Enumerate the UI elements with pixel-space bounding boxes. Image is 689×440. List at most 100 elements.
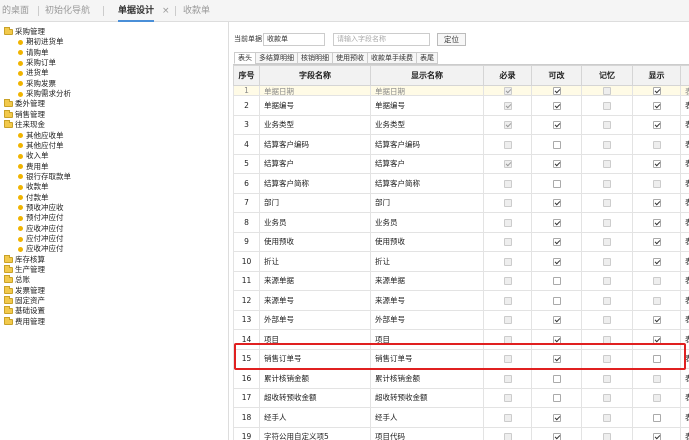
tree-folder[interactable]: 采购管理 (4, 27, 45, 37)
tab-receipt[interactable]: 收款单 (183, 0, 210, 22)
table-row[interactable]: 7部门部门表头 (233, 192, 689, 213)
memory-checkbox[interactable] (603, 277, 611, 286)
memory-checkbox[interactable] (603, 394, 611, 403)
editable-checkbox[interactable] (552, 296, 561, 305)
memory-checkbox[interactable] (603, 238, 611, 247)
tree-folder[interactable]: 总账 (4, 275, 30, 285)
display-name-cell[interactable]: 超收转预收金额 (370, 387, 484, 408)
show-checkbox[interactable] (652, 179, 661, 188)
required-checkbox[interactable] (503, 257, 512, 266)
table-row[interactable]: 15销售订单号销售订单号表头 (233, 348, 689, 369)
table-row[interactable]: 1单据日期单据日期表头 (233, 85, 689, 96)
table-row[interactable]: 11来源单据来源单据表头 (233, 270, 689, 291)
editable-checkbox[interactable] (552, 218, 561, 227)
display-name-cell[interactable]: 结算客户简称 (370, 173, 484, 194)
tree-leaf[interactable]: 采购需求分析 (18, 89, 71, 99)
memory-checkbox[interactable] (603, 101, 611, 110)
display-name-cell[interactable]: 销售订单号 (370, 348, 484, 369)
table-row[interactable]: 9使用预收使用预收表头 (233, 231, 689, 252)
tree-leaf[interactable]: 采购发票 (18, 79, 56, 89)
required-checkbox[interactable] (503, 296, 512, 305)
tree-leaf[interactable]: 银行存取款单 (18, 172, 71, 182)
memory-checkbox[interactable] (603, 179, 611, 188)
tree-leaf[interactable]: 采购订单 (18, 58, 56, 68)
tree-leaf[interactable]: 应付冲应付 (18, 234, 64, 244)
show-checkbox[interactable] (652, 140, 661, 149)
table-row[interactable]: 8业务员业务员表头 (233, 212, 689, 233)
tree-leaf[interactable]: 应收冲应付 (18, 244, 64, 254)
required-checkbox[interactable] (503, 160, 512, 169)
display-name-cell[interactable]: 使用预收 (370, 231, 484, 252)
editable-checkbox[interactable] (552, 316, 561, 325)
tree-folder[interactable]: 销售管理 (4, 109, 45, 120)
required-checkbox[interactable] (503, 101, 512, 110)
tree-leaf[interactable]: 其他应付单 (18, 141, 64, 151)
show-checkbox[interactable] (652, 101, 661, 110)
show-checkbox[interactable] (652, 296, 661, 305)
editable-checkbox[interactable] (552, 140, 561, 149)
tree-leaf[interactable]: 费用单 (18, 162, 49, 172)
memory-checkbox[interactable] (603, 413, 611, 422)
table-row[interactable]: 12来源单号来源单号表头 (233, 290, 689, 311)
close-icon[interactable]: × (162, 0, 170, 22)
tree-folder[interactable]: 费用管理 (4, 316, 45, 327)
required-checkbox[interactable] (503, 316, 512, 325)
memory-checkbox[interactable] (603, 160, 611, 169)
tab-multi-settlement[interactable]: 多结算明细 (255, 52, 297, 64)
table-row[interactable]: 18经手人经手人表头 (233, 407, 689, 428)
required-checkbox[interactable] (503, 374, 512, 383)
show-checkbox[interactable] (652, 374, 661, 383)
editable-checkbox[interactable] (552, 355, 561, 364)
show-checkbox[interactable] (652, 316, 661, 325)
memory-checkbox[interactable] (603, 140, 611, 149)
required-checkbox[interactable] (503, 433, 512, 440)
tab-footer[interactable]: 表尾 (416, 52, 438, 64)
locate-button[interactable]: 定位 (437, 32, 466, 46)
memory-checkbox[interactable] (603, 199, 611, 208)
show-checkbox[interactable] (652, 355, 661, 364)
show-checkbox[interactable] (652, 160, 661, 169)
table-row[interactable]: 6结算客户简称结算客户简称表头 (233, 173, 689, 194)
show-checkbox[interactable] (652, 433, 661, 440)
required-checkbox[interactable] (503, 199, 512, 208)
required-checkbox[interactable] (503, 413, 512, 422)
show-checkbox[interactable] (652, 413, 661, 422)
editable-checkbox[interactable] (552, 374, 561, 383)
table-row[interactable]: 16累计核销金额累计核销金额表头 (233, 368, 689, 389)
table-row[interactable]: 10折让折让表头 (233, 251, 689, 272)
display-name-cell[interactable]: 结算客户 (370, 153, 484, 174)
memory-checkbox[interactable] (603, 121, 611, 130)
show-checkbox[interactable] (652, 121, 661, 130)
required-checkbox[interactable] (503, 140, 512, 149)
table-row[interactable]: 4结算客户编码结算客户编码表头 (233, 134, 689, 155)
table-row[interactable]: 2单据编号单据编号表头 (233, 95, 689, 116)
editable-checkbox[interactable] (552, 101, 561, 110)
display-name-cell[interactable]: 经手人 (370, 407, 484, 428)
editable-checkbox[interactable] (552, 199, 561, 208)
show-checkbox[interactable] (652, 277, 661, 286)
display-name-cell[interactable]: 外部单号 (370, 309, 484, 330)
display-name-cell[interactable]: 单据日期 (370, 85, 484, 96)
required-checkbox[interactable] (503, 121, 512, 130)
required-checkbox[interactable] (503, 394, 512, 403)
tree-leaf[interactable]: 预收冲应收 (18, 203, 64, 213)
editable-checkbox[interactable] (552, 179, 561, 188)
memory-checkbox[interactable] (603, 355, 611, 364)
tab-desktop[interactable]: 的桌面 (2, 0, 29, 22)
editable-checkbox[interactable] (552, 238, 561, 247)
memory-checkbox[interactable] (603, 296, 611, 305)
memory-checkbox[interactable] (603, 257, 611, 266)
memory-checkbox[interactable] (603, 433, 611, 440)
show-checkbox[interactable] (652, 335, 661, 344)
tree-leaf[interactable]: 请购单 (18, 48, 49, 58)
table-row[interactable]: 13外部单号外部单号表头 (233, 309, 689, 330)
display-name-cell[interactable]: 业务类型 (370, 114, 484, 135)
tree-leaf[interactable]: 收款单 (18, 182, 49, 192)
tree-leaf[interactable]: 应收冲应付 (18, 224, 64, 234)
tab-writeoff-detail[interactable]: 核销明细 (297, 52, 332, 64)
tree-folder[interactable]: 库存核算 (4, 254, 45, 265)
tree-leaf[interactable]: 付款单 (18, 193, 49, 203)
tree-leaf[interactable]: 其他应收单 (18, 131, 64, 141)
tree-leaf[interactable]: 收入单 (18, 151, 49, 161)
tree-folder[interactable]: 发票管理 (4, 285, 45, 296)
